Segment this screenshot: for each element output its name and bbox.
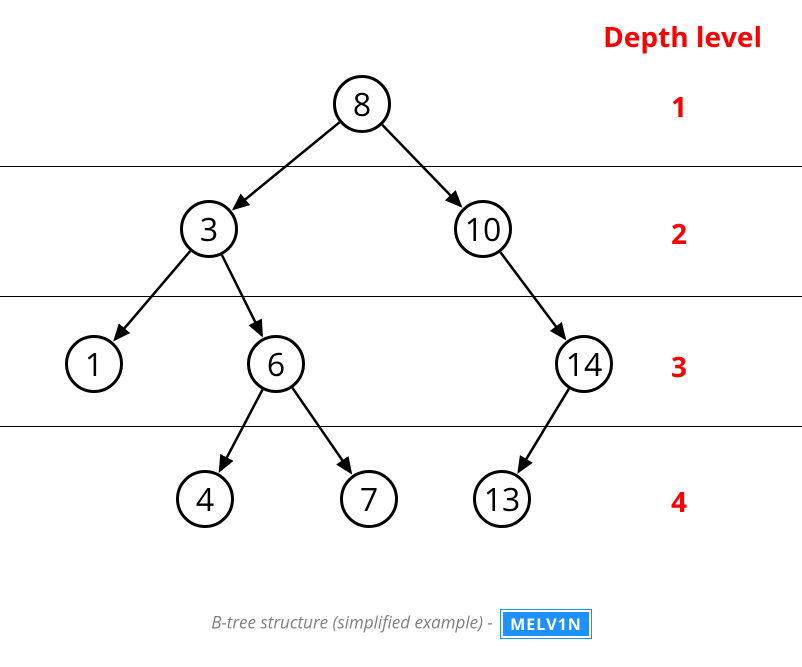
tree-node-8: 8 (333, 75, 391, 133)
node-value: 4 (196, 478, 214, 521)
depth-label-4: 4 (671, 483, 687, 521)
node-value: 10 (465, 208, 502, 251)
node-value: 7 (360, 478, 378, 521)
depth-level-header: Depth level (603, 18, 762, 56)
depth-label-3: 3 (671, 348, 687, 386)
caption-text: B-tree structure (simplified example) - (211, 611, 497, 634)
level-divider (0, 166, 802, 167)
tree-node-13: 13 (473, 470, 531, 528)
node-value: 8 (353, 83, 371, 126)
node-value: 6 (267, 343, 285, 386)
tree-node-10: 10 (454, 200, 512, 258)
tree-node-7: 7 (340, 470, 398, 528)
node-value: 3 (200, 208, 218, 251)
tree-node-4: 4 (176, 470, 234, 528)
brand-badge: MELV1N (501, 610, 591, 638)
depth-label-2: 2 (671, 215, 687, 253)
node-value: 13 (484, 478, 521, 521)
level-divider (0, 296, 802, 297)
node-value: 14 (566, 343, 603, 386)
tree-node-14: 14 (555, 335, 613, 393)
node-value: 1 (85, 343, 103, 386)
level-divider (0, 426, 802, 427)
figure-caption: B-tree structure (simplified example) - … (0, 610, 802, 638)
tree-node-1: 1 (65, 335, 123, 393)
tree-node-3: 3 (180, 200, 238, 258)
tree-node-6: 6 (247, 335, 305, 393)
depth-label-1: 1 (671, 88, 687, 126)
